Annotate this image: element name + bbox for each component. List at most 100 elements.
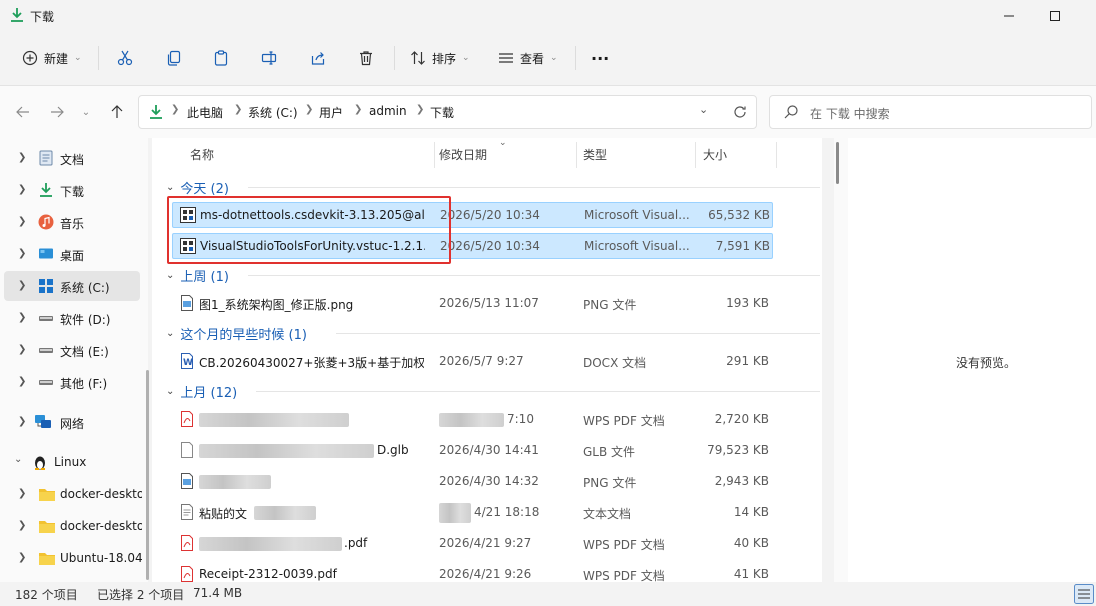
view-button[interactable]: 查看 ⌄ [498,38,558,78]
delete-button[interactable] [358,38,374,78]
refresh-icon[interactable] [733,105,747,119]
chevron-down-icon[interactable]: ⌄ [14,454,22,465]
column-divider[interactable] [776,142,777,168]
file-row[interactable]: .pdf 2026/4/21 9:27 WPS PDF 文档 40 KB [172,531,773,557]
nav-item-drive-e[interactable]: ❯ 文档 (E:) [4,335,140,365]
chevron-right-icon[interactable]: ❯ [18,552,26,563]
breadcrumb-admin[interactable]: admin [369,104,407,118]
music-icon [38,214,54,230]
cut-button[interactable] [117,38,133,78]
column-header-name[interactable]: 名称 [190,146,214,163]
chevron-right-icon[interactable]: ❯ [18,520,26,531]
group-divider [248,187,820,188]
new-label: 新建 [44,51,69,66]
nav-item-drive-f[interactable]: ❯ 其他 (F:) [4,367,140,397]
group-header-earlier-this-month[interactable]: ⌄ 这个月的早些时候 (1) [166,322,307,344]
nav-item-docker-desktop[interactable]: ❯ docker-deskto [4,479,142,509]
group-header-today[interactable]: ⌄ 今天 (2) [166,176,229,198]
nav-label: 系统 (C:) [60,281,110,295]
file-row[interactable]: 图1_系统架构图_修正版.png 2026/5/13 11:07 PNG 文件 … [172,291,773,317]
nav-label: 文档 [60,153,85,167]
breadcrumb-drive-c[interactable]: 系统 (C:) [248,104,298,121]
chevron-right-icon[interactable]: ❯ [18,312,26,323]
column-header-type[interactable]: 类型 [583,146,607,163]
nav-item-ubuntu[interactable]: ❯ Ubuntu-18.04 [4,543,142,573]
nav-item-drive-c[interactable]: ❯ 系统 (C:) [4,271,140,301]
nav-item-linux[interactable]: ⌄ Linux [4,447,140,477]
chevron-right-icon[interactable]: ❯ [18,216,26,227]
group-label: 上周 (1) [180,269,229,285]
nav-item-documents[interactable]: ❯ 文档 [4,143,140,173]
search-input[interactable]: 在 下载 中搜索 [810,105,890,122]
file-size: 40 KB [733,536,769,550]
search-icon [784,105,798,119]
nav-item-drive-d[interactable]: ❯ 软件 (D:) [4,303,140,333]
column-divider[interactable] [695,142,696,168]
nav-label: 文档 (E:) [60,345,109,359]
maximize-button[interactable] [1032,0,1078,32]
toolbar-divider [98,46,99,70]
preview-pane: 没有预览。 [848,138,1096,582]
file-date: 7:10 [507,412,534,426]
group-header-last-month[interactable]: ⌄ 上月 (12) [166,380,237,402]
minimize-button[interactable] [986,0,1032,32]
column-divider[interactable] [576,142,577,168]
group-divider [336,333,820,334]
back-button[interactable] [8,86,38,138]
scrollbar-thumb[interactable] [836,142,839,184]
breadcrumb-this-pc[interactable]: 此电脑 [187,104,223,121]
breadcrumb-downloads[interactable]: 下载 [430,104,454,121]
recent-locations-button[interactable]: ⌄ [74,86,98,138]
command-bar: 新建 ⌄ 排序 ⌄ 查看 ⌄ ··· [0,38,1096,78]
more-options-button[interactable]: ··· [591,38,609,78]
address-history-dropdown[interactable]: ⌄ [699,103,708,116]
nav-item-music[interactable]: ❯ 音乐 [4,207,140,237]
column-header-date[interactable]: 修改日期 [439,146,487,163]
search-box[interactable]: 在 下载 中搜索 [769,95,1092,129]
details-view-button[interactable] [1074,584,1094,604]
nav-label: 其他 (F:) [60,377,108,391]
chevron-right-icon[interactable]: ❯ [18,416,26,427]
chevron-right-icon[interactable]: ❯ [18,248,26,259]
file-list-scrollbar[interactable] [834,138,848,582]
new-button[interactable]: 新建 ⌄ [22,38,82,78]
file-row[interactable]: D.glb 2026/4/30 14:41 GLB 文件 79,523 KB [172,438,773,464]
rename-button[interactable] [261,38,277,78]
file-type: PNG 文件 [583,298,637,312]
share-button[interactable] [310,38,326,78]
pdf-file-icon [179,566,195,582]
pdf-file-icon [179,535,195,551]
file-row[interactable]: W CB.20260430027+张菱+3版+基于加权... 2026/5/7 … [172,349,773,375]
file-row[interactable]: 7:10 WPS PDF 文档 2,720 KB [172,407,773,433]
chevron-right-icon[interactable]: ❯ [18,152,26,163]
chevron-right-icon[interactable]: ❯ [18,376,26,387]
copy-button[interactable] [166,38,182,78]
nav-item-downloads[interactable]: ❯ 下载 [4,175,140,205]
file-row[interactable]: 粘贴的文 4/21 18:18 文本文档 14 KB [172,500,773,526]
file-row[interactable]: Receipt-2312-0039.pdf 2026/4/21 9:26 WPS… [172,562,773,582]
chevron-right-icon[interactable]: ❯ [18,488,26,499]
selection-count: 已选择 2 个项目 [97,588,185,602]
forward-button[interactable] [42,86,72,138]
view-list-icon [498,50,514,66]
address-bar[interactable]: ❯ 此电脑 ❯ 系统 (C:) ❯ 用户 ❯ admin ❯ 下载 ⌄ [138,95,757,129]
file-size: 65,532 KB [708,208,770,222]
sort-button[interactable]: 排序 ⌄ [410,38,470,78]
chevron-right-icon[interactable]: ❯ [18,280,26,291]
chevron-right-icon[interactable]: ❯ [18,184,26,195]
chevron-down-icon: ⌄ [166,327,175,339]
nav-item-network[interactable]: ❯ 网络 [4,407,140,437]
file-row[interactable]: 2026/4/30 14:32 PNG 文件 2,943 KB [172,469,773,495]
nav-scrollbar[interactable] [146,370,149,580]
column-divider[interactable] [434,142,435,168]
desktop-icon [38,246,54,262]
nav-item-desktop[interactable]: ❯ 桌面 [4,239,140,269]
group-header-last-week[interactable]: ⌄ 上周 (1) [166,264,229,286]
up-button[interactable] [102,86,132,138]
column-header-size[interactable]: 大小 [703,146,727,163]
paste-button[interactable] [213,38,229,78]
breadcrumb-users[interactable]: 用户 [319,104,343,121]
chevron-right-icon[interactable]: ❯ [18,344,26,355]
nav-label: docker-deskto [60,519,142,533]
nav-item-docker-desktop-data[interactable]: ❯ docker-deskto [4,511,142,541]
